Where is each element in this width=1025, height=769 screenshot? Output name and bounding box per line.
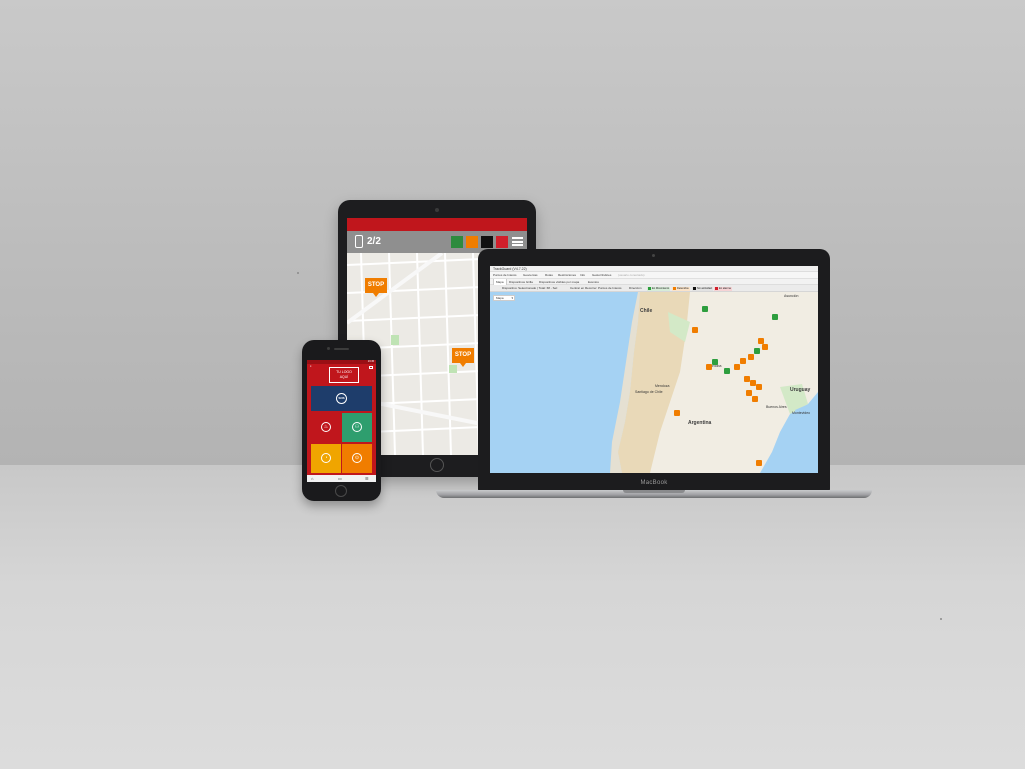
vehicle-marker-stopped[interactable] [756,460,762,466]
legend-label-moving: En Movimiento [652,286,670,290]
vehicle-marker-moving[interactable] [754,348,760,354]
status-filter-green[interactable] [451,236,463,248]
legend-inactive[interactable]: Sin actividad [692,286,713,291]
fire-alert-button[interactable]: ♨ [311,413,341,442]
laptop-notch [623,490,685,493]
poi-button[interactable]: Puntos de Interés [598,285,622,292]
menu-item-geofences[interactable]: Geocercas [523,272,538,279]
speck [940,618,942,620]
nav-vehicle-icon[interactable]: ▭ [338,476,342,481]
logo-text-line2: AQUÍ [339,375,349,379]
fire-icon: ♨ [321,422,331,432]
phone-device: 13:45 ≡ TU LOGO AQUÍ SOS ♨ ⚇ ◔ ⊙ ⌂ ▭ ☰ [302,340,381,501]
location-button[interactable]: ⊙ [342,444,372,473]
vehicle-marker-stopped[interactable] [692,327,698,333]
vehicle-marker-stopped[interactable] [740,358,746,364]
nav-history-icon[interactable]: ☰ [365,476,369,481]
status-bar: 13:45 [307,360,376,364]
filter-bar: Dispositivo: Seleccionado | Total: 68 - … [490,285,818,292]
laptop-screen: TrackGuard (V4.7.22) Puntos de Interés G… [490,266,818,473]
sos-button[interactable]: SOS [311,386,372,411]
map-label-mendoza: Mendoza [655,384,670,388]
vehicle-marker-moving[interactable] [702,306,708,312]
bottom-nav: ⌂ ▭ ☰ [307,475,376,482]
vehicle-marker-stopped[interactable] [762,344,768,350]
map-label-santiago: Santiago de Chile [635,390,663,394]
menu-item-user[interactable]: (usuario conectado) [618,272,645,279]
legend-swatch-moving [648,286,651,290]
fleet-map[interactable]: Mapa Chile Asunción Argentina Uruguay Mo… [490,292,818,473]
device-selector[interactable]: Dispositivo: Seleccionado | Total: 68 - … [502,285,558,292]
person-icon: ⚇ [352,422,362,432]
laptop-device: TrackGuard (V4.7.22) Puntos de Interés G… [478,249,830,491]
vehicle-marker-stopped[interactable] [756,384,762,390]
legend-alarm[interactable]: En alarma [714,286,732,291]
vehicle-marker-stopped[interactable] [674,410,680,416]
tablet-camera [435,208,439,212]
medical-alert-button[interactable]: ⚇ [342,413,372,442]
legend-stopped[interactable]: Detenidos [672,286,690,291]
vehicle-marker-moving[interactable] [712,359,718,365]
hamburger-icon[interactable]: ≡ [310,365,311,368]
vehicle-marker-moving[interactable] [724,368,730,374]
menu-item-manager[interactable]: Gestor/Indices [592,272,611,279]
vehicle-marker-stopped[interactable] [752,396,758,402]
timer-alert-button[interactable]: ◔ [311,444,341,473]
phone-icon[interactable] [355,235,363,248]
legend-swatch-stopped [673,286,676,290]
menu-icon[interactable] [512,237,523,246]
legend-label-inactive: Sin actividad [697,286,712,290]
menu-item-restrictions[interactable]: Restricciones [558,272,576,279]
legend-label-alarm: En alarma [719,286,731,290]
mail-icon[interactable] [369,366,373,369]
vehicle-marker-moving[interactable] [772,314,778,320]
menu-item-poi[interactable]: Puntos de Interés [493,272,517,279]
legend-label-stopped: Detenidos [677,286,689,290]
legend-swatch-inactive [693,286,696,290]
map-label-uruguay: Uruguay [790,387,811,393]
nav-home-icon[interactable]: ⌂ [311,476,313,481]
vehicle-marker-stopped[interactable] [734,364,740,370]
timer-icon: ◔ [321,453,331,463]
location-icon: ⊙ [352,453,362,463]
legend-swatch-alarm [715,286,718,290]
vehicle-marker-stopped[interactable] [706,364,712,370]
tablet-header-bar [347,218,527,231]
map-type-select[interactable]: Mapa [493,295,515,301]
map-terrain [610,292,818,473]
tablet-home-button[interactable] [430,458,444,472]
laptop-brand-label: MacBook [640,480,668,486]
stop-marker[interactable]: STOP [452,348,474,367]
logo-placeholder: TU LOGO AQUÍ [329,367,359,383]
map-label-montevideo: Montevideo [792,411,811,415]
sos-icon: SOS [336,393,347,404]
menu-item-info[interactable]: Info [580,272,585,279]
background-floor [0,465,1025,769]
phone-camera [327,347,330,350]
laptop-camera [652,254,655,257]
legend-moving[interactable]: En Movimiento [647,286,671,291]
menu-item-routes[interactable]: Rutas [545,272,553,279]
status-filter-red[interactable] [496,236,508,248]
stop-marker[interactable]: STOP [365,278,387,297]
direction-dropdown[interactable]: Dirección [629,285,642,292]
vehicle-marker-stopped[interactable] [746,390,752,396]
map-label-buenos-aires: Buenos Aires [766,405,787,409]
phone-home-button[interactable] [335,485,347,497]
status-filter-black[interactable] [481,236,493,248]
speck [297,272,299,274]
menu-bar: Puntos de Interés Geocercas Rutas Restri… [490,272,818,279]
vehicle-marker-stopped[interactable] [748,354,754,360]
device-counter: 2/2 [367,236,381,247]
status-filter-orange[interactable] [466,236,478,248]
center-button[interactable]: Centrar en Recorrer [570,285,597,292]
map-label-chile: Chile [640,308,653,314]
map-label-argentina: Argentina [688,420,712,426]
status-time: 13:45 [367,360,374,363]
phone-speaker [334,348,349,350]
phone-screen: 13:45 ≡ TU LOGO AQUÍ SOS ♨ ⚇ ◔ ⊙ ⌂ ▭ ☰ [307,360,376,482]
map-label-asuncion: Asunción [784,294,799,298]
